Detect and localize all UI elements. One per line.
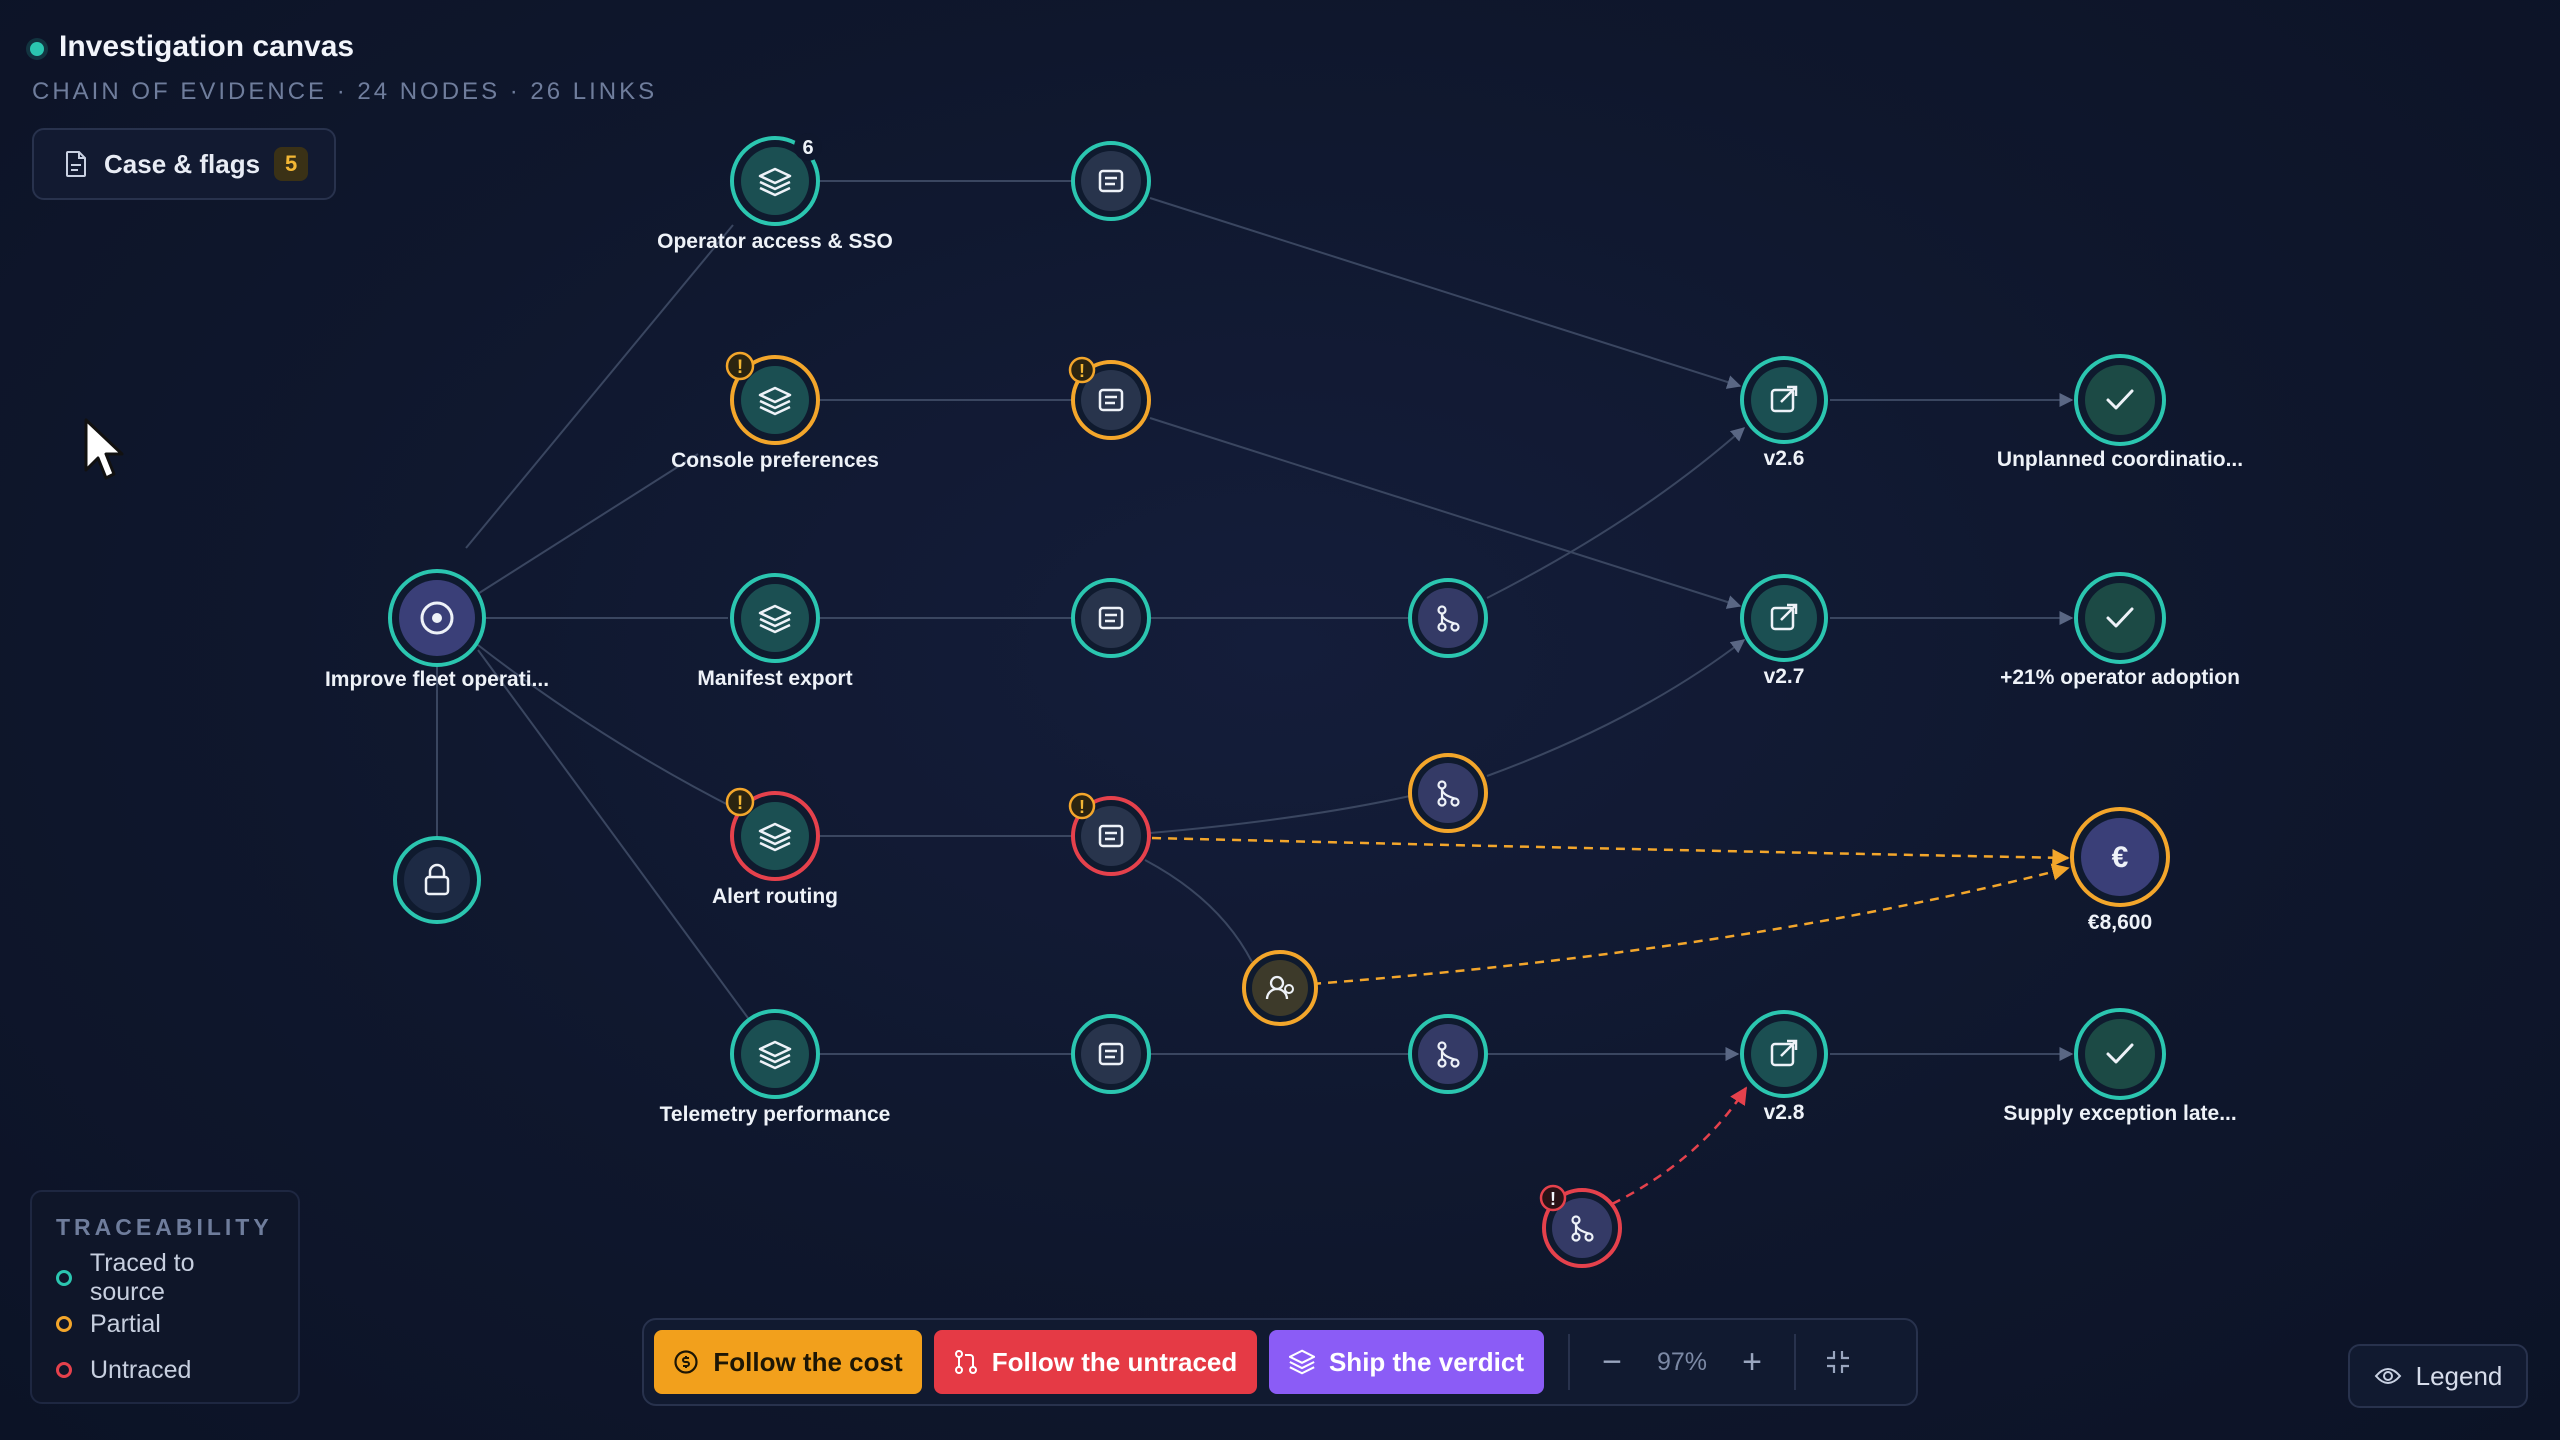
- legend-item-traced: Traced to source: [56, 1249, 274, 1306]
- node-branch-1[interactable]: [1408, 578, 1488, 658]
- traceability-title: TRACEABILITY: [56, 1214, 273, 1240]
- node-alert-routing[interactable]: ! Alert routing: [712, 787, 838, 908]
- svg-text:!: !: [1550, 1189, 1556, 1209]
- node-label: Manifest export: [697, 667, 852, 690]
- pull-request-icon: [954, 1350, 977, 1374]
- cost-edge: [1151, 836, 2070, 867]
- layers-icon: [1288, 1349, 1315, 1375]
- svg-text:!: !: [1079, 797, 1085, 817]
- edge: [477, 649, 749, 1019]
- edge: [475, 453, 699, 596]
- minimize-icon: [1827, 1351, 1849, 1373]
- node-label: Console preferences: [671, 449, 879, 472]
- untraced-edge: [1611, 1086, 1748, 1206]
- node-release-v27[interactable]: v2.7: [1740, 574, 1828, 688]
- evidence-graph-canvas[interactable]: 6 Operator access & SSO ! Console prefer…: [0, 0, 2560, 1440]
- node-label: Telemetry performance: [660, 1103, 891, 1126]
- follow-untraced-button[interactable]: Follow the untraced: [934, 1330, 1257, 1394]
- node-release-v28[interactable]: v2.8: [1740, 1010, 1828, 1124]
- node-label: v2.6: [1764, 447, 1805, 470]
- node-cost[interactable]: € €8,600: [2070, 807, 2170, 934]
- node-label: v2.7: [1764, 665, 1805, 688]
- zoom-out-button[interactable]: −: [1582, 1330, 1642, 1394]
- node-label: Unplanned coordinatio...: [1997, 448, 2243, 471]
- traced-ring-icon: [56, 1270, 72, 1286]
- svg-text:!: !: [1079, 361, 1085, 381]
- node-manifest-export[interactable]: Manifest export: [697, 573, 853, 690]
- child-count-badge: 6: [802, 137, 813, 159]
- follow-cost-button[interactable]: Follow the cost: [654, 1330, 922, 1394]
- euro-icon: €: [2112, 841, 2129, 874]
- untraced-ring-icon: [56, 1362, 72, 1378]
- legend-button[interactable]: Legend: [2348, 1344, 2528, 1408]
- mouse-pointer-icon: [84, 418, 124, 480]
- edge: [1486, 427, 1746, 599]
- cost-edge: [1311, 863, 2070, 986]
- edge: [1149, 795, 1411, 834]
- node-doc-2[interactable]: !: [1068, 356, 1151, 440]
- node-outcome-adoption[interactable]: +21% operator adoption: [2000, 572, 2240, 689]
- node-branch-3[interactable]: [1408, 1014, 1488, 1094]
- svg-text:!: !: [737, 357, 743, 378]
- node-label: v2.8: [1764, 1101, 1805, 1124]
- node-console-preferences[interactable]: ! Console preferences: [671, 351, 879, 472]
- node-outcome-unplanned[interactable]: Unplanned coordinatio...: [1997, 354, 2243, 471]
- node-label: Operator access & SSO: [657, 230, 893, 253]
- edge: [1144, 859, 1253, 963]
- node-release-v26[interactable]: v2.6: [1740, 356, 1828, 470]
- fit-view-button[interactable]: [1808, 1330, 1868, 1394]
- node-person[interactable]: [1242, 950, 1318, 1026]
- node-doc-4[interactable]: !: [1068, 792, 1151, 876]
- edge: [465, 224, 734, 549]
- toolbar-divider: [1794, 1334, 1796, 1390]
- legend-item-partial: Partial: [56, 1301, 274, 1347]
- bottom-toolbar: Follow the cost Follow the untraced Ship…: [642, 1318, 1918, 1406]
- traceability-legend: TRACEABILITY Traced to source Partial Un…: [30, 1190, 300, 1404]
- svg-text:!: !: [737, 793, 743, 814]
- node-label: Improve fleet operati...: [325, 668, 549, 691]
- toolbar-divider: [1568, 1334, 1570, 1390]
- node-doc-1[interactable]: [1071, 141, 1151, 221]
- zoom-level: 97%: [1656, 1347, 1708, 1376]
- node-locked[interactable]: [393, 836, 481, 924]
- node-label: Alert routing: [712, 885, 838, 908]
- node-doc-5[interactable]: [1071, 1014, 1151, 1094]
- node-operator-access[interactable]: 6 Operator access & SSO: [657, 133, 893, 253]
- node-label: Supply exception late...: [2003, 1102, 2236, 1125]
- node-doc-3[interactable]: [1071, 578, 1151, 658]
- node-outcome-supply[interactable]: Supply exception late...: [2003, 1008, 2237, 1125]
- partial-ring-icon: [56, 1316, 72, 1332]
- edge: [1149, 197, 1742, 389]
- edge: [1486, 639, 1746, 777]
- coin-icon: [674, 1350, 698, 1374]
- node-telemetry-performance[interactable]: Telemetry performance: [660, 1009, 891, 1126]
- eye-icon: [2374, 1368, 2401, 1384]
- node-branch-untraced[interactable]: !: [1539, 1184, 1622, 1268]
- node-label: €8,600: [2088, 911, 2152, 934]
- node-label: +21% operator adoption: [2000, 666, 2240, 689]
- zoom-in-button[interactable]: +: [1722, 1330, 1782, 1394]
- edge: [1149, 417, 1742, 609]
- legend-item-untraced: Untraced: [56, 1347, 274, 1393]
- node-improve-fleet[interactable]: Improve fleet operati...: [325, 569, 549, 691]
- ship-verdict-button[interactable]: Ship the verdict: [1269, 1330, 1544, 1394]
- node-branch-2[interactable]: [1408, 753, 1488, 833]
